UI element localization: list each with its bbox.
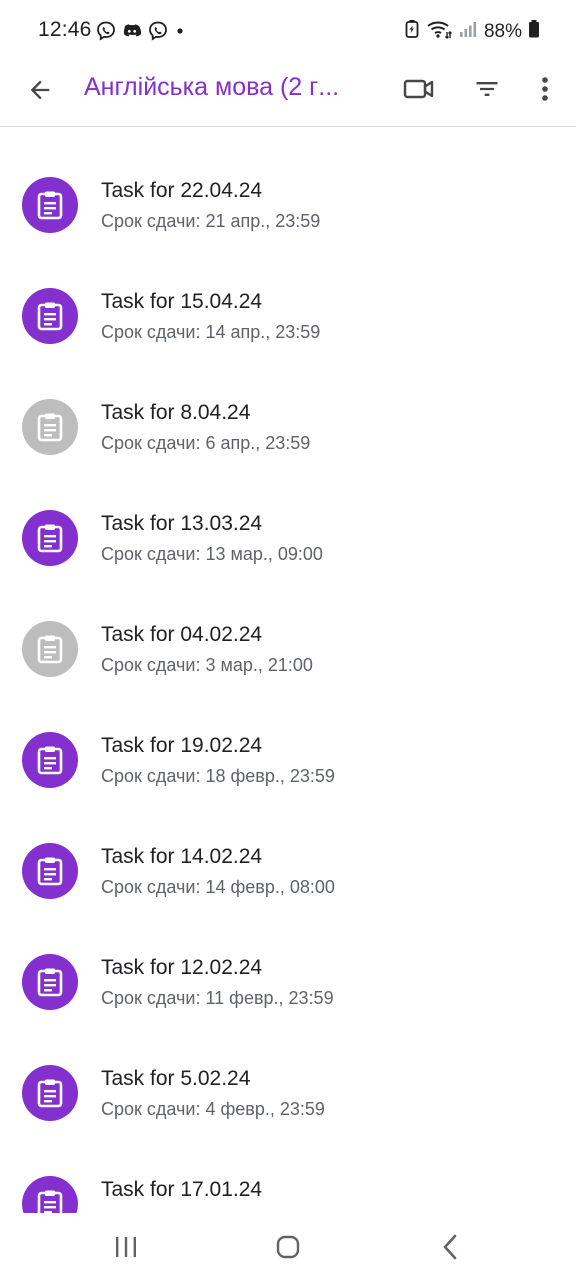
assignment-icon [37,746,63,775]
assignment-icon [37,635,63,664]
filter-icon [476,82,498,96]
assignment-icon-badge [22,510,78,566]
system-status-icons: 88% [404,18,540,45]
video-camera-icon [403,79,434,99]
app-bar: Англійська мова (2 г... [0,62,576,127]
task-title: Task for 8.04.24 [101,401,251,424]
task-title: Task for 17.01.24 [101,1178,263,1201]
task-title: Task for 14.02.24 [101,845,263,868]
more-vert-icon [542,77,548,101]
task-due-date: Срок сдачи: 3 мар., 21:00 [101,655,313,675]
assignment-icon-badge [22,177,78,233]
task-due-date: Срок сдачи: 21 апр., 23:59 [101,211,321,231]
task-due-date: Срок сдачи: 13 мар., 09:00 [101,544,323,564]
list-item[interactable]: Task for 12.02.24 Срок сдачи: 11 февр., … [0,926,576,1037]
task-title: Task for 19.02.24 [101,734,263,757]
list-item[interactable]: Task for 22.04.24 Срок сдачи: 21 апр., 2… [0,149,576,260]
task-due-date: Срок сдачи: 18 февр., 23:59 [101,766,335,786]
list-item[interactable]: Task for 17.01.24 [0,1148,576,1213]
assignment-icon [37,413,63,442]
filter-button[interactable] [468,70,506,108]
task-title: Task for 04.02.24 [101,623,263,646]
assignment-icon-badge [22,1065,78,1121]
assignment-icon [37,524,63,553]
task-title: Task for 22.04.24 [101,179,263,202]
assignment-icon-badge [22,732,78,788]
back-button[interactable] [22,72,58,108]
task-due-date: Срок сдачи: 14 апр., 23:59 [101,322,321,342]
assignment-icon-badge [22,843,78,899]
recent-apps-icon [116,1237,136,1257]
list-item[interactable]: Task for 5.02.24 Срок сдачи: 4 февр., 23… [0,1037,576,1148]
recent-apps-button[interactable] [108,1233,144,1261]
assignment-icon [37,191,63,220]
classwork-list: Task for 22.04.24 Срок сдачи: 21 апр., 2… [0,149,576,1213]
system-back-button[interactable] [432,1231,468,1263]
class-title-ellipsis: ... [318,73,340,101]
task-due-date: Срок сдачи: 14 февр., 08:00 [101,877,335,897]
system-navigation-bar [0,1213,576,1280]
task-due-date: Срок сдачи: 4 февр., 23:59 [101,1099,325,1119]
assignment-icon-badge [22,621,78,677]
task-due-date: Срок сдачи: 11 февр., 23:59 [101,988,334,1008]
dot-icon [172,20,188,47]
assignment-icon-badge [22,288,78,344]
assignment-icon-badge [22,954,78,1010]
viber-icon [95,20,117,47]
arrow-back-icon [30,80,50,100]
assignment-icon [37,1079,63,1108]
viber-icon [147,20,169,47]
notification-icons [95,20,188,47]
discord-icon [120,20,144,47]
assignment-icon-badge [22,1176,78,1213]
assignment-icon [37,302,63,331]
home-button[interactable] [270,1231,306,1263]
battery-saver-icon [404,18,420,45]
list-item[interactable]: Task for 19.02.24 Срок сдачи: 18 февр., … [0,704,576,815]
classroom-classwork-screen: 12:46 88% Англійська мова (2 г... Task f… [0,0,576,1280]
task-title: Task for 13.03.24 [101,512,263,535]
list-item[interactable]: Task for 13.03.24 Срок сдачи: 13 мар., 0… [0,482,576,593]
task-due-date: Срок сдачи: 6 апр., 23:59 [101,433,311,453]
battery-percent: 88% [483,20,522,42]
battery-icon [528,18,540,45]
assignment-icon [37,968,63,997]
more-options-button[interactable] [528,70,562,108]
task-title: Task for 15.04.24 [101,290,263,313]
list-item[interactable]: Task for 8.04.24 Срок сдачи: 6 апр., 23:… [0,371,576,482]
list-item[interactable]: Task for 14.02.24 Срок сдачи: 14 февр., … [0,815,576,926]
status-time: 12:46 [38,18,92,41]
list-item[interactable]: Task for 04.02.24 Срок сдачи: 3 мар., 21… [0,593,576,704]
assignment-icon [37,1190,63,1213]
home-icon [276,1235,300,1259]
task-title: Task for 12.02.24 [101,956,263,979]
list-item[interactable]: Task for 15.04.24 Срок сдачи: 14 апр., 2… [0,260,576,371]
meet-button[interactable] [400,70,438,108]
task-title: Task for 5.02.24 [101,1067,251,1090]
wifi-icon [426,18,452,45]
back-icon [443,1234,457,1260]
assignment-icon-badge [22,399,78,455]
status-bar: 12:46 88% [0,0,576,62]
class-title-text: Англійська мова (2 г [84,73,319,101]
assignment-icon [37,857,63,886]
class-title: Англійська мова (2 г... [84,70,374,104]
signal-icon [458,18,478,45]
